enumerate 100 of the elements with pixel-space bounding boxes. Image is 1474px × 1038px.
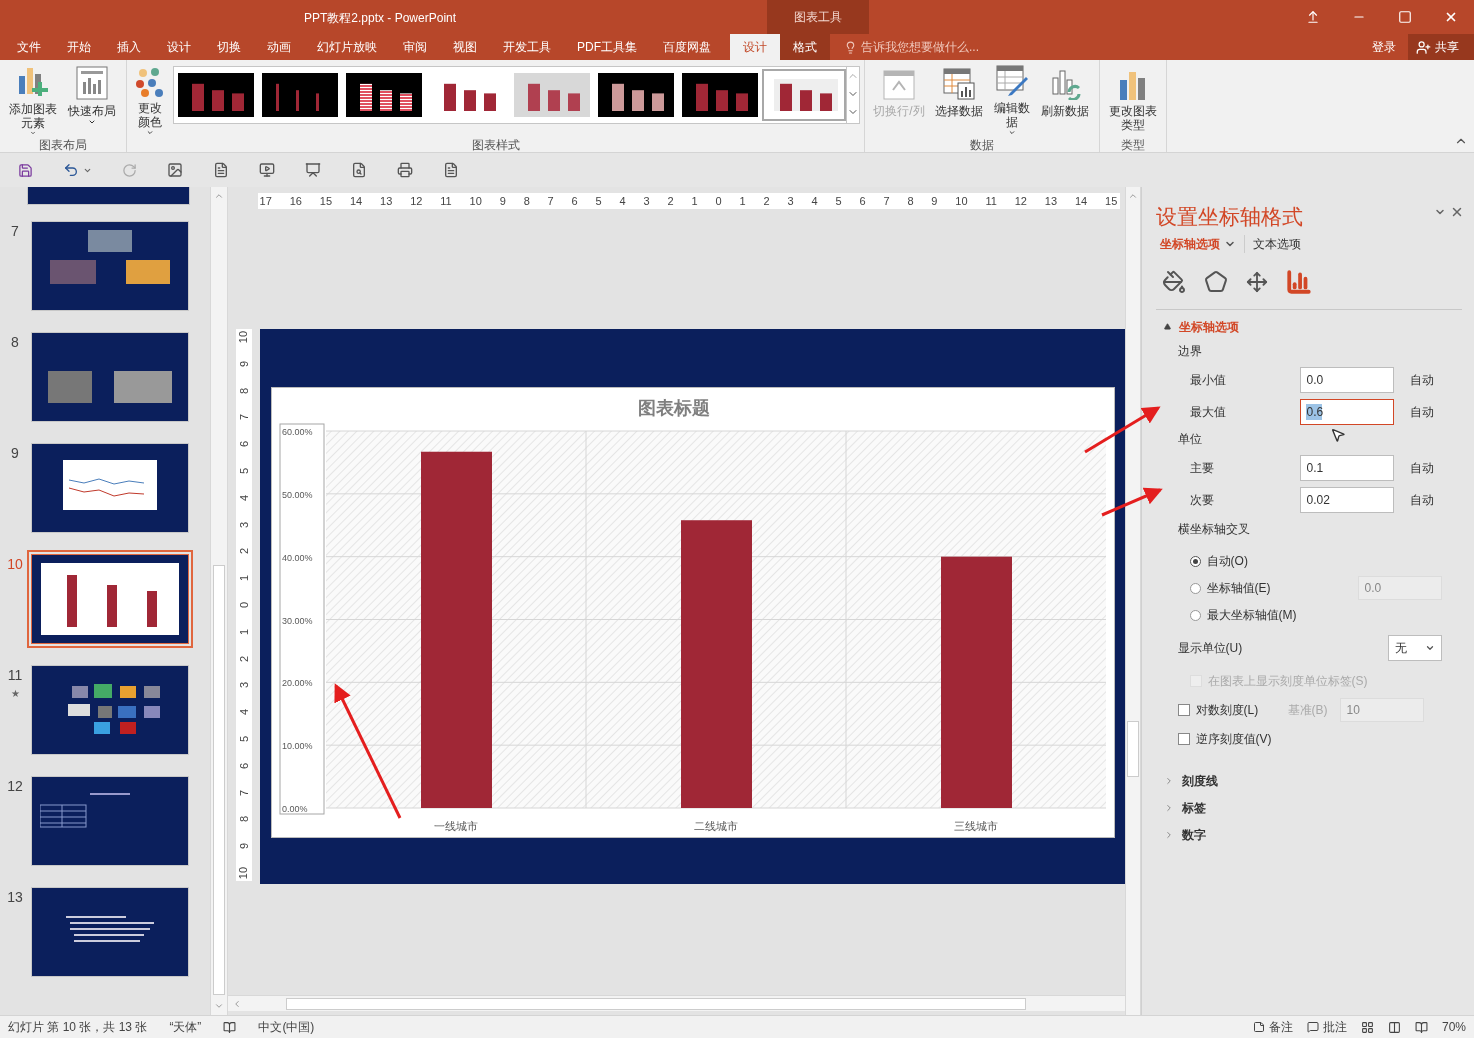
size-properties-icon[interactable] <box>1245 270 1268 293</box>
mouse-pointer-icon <box>1329 427 1346 443</box>
annotation-arrow <box>1101 487 1163 517</box>
ribbon-button[interactable]: 更改颜色 <box>131 60 169 136</box>
ribbon-tab[interactable]: 格式 <box>780 34 830 60</box>
ruler-number: 5 <box>237 735 250 742</box>
ribbon-button[interactable]: 添加图表元素 <box>4 60 62 136</box>
ribbon-button[interactable]: 选择数据 <box>929 60 989 136</box>
ruler-number: 4 <box>237 494 250 501</box>
ribbon-tab[interactable]: 动画 <box>254 34 304 60</box>
ribbon-button[interactable]: 刷新数据 <box>1035 60 1095 136</box>
ribbon-tab[interactable]: 插入 <box>104 34 154 60</box>
value-field[interactable]: 0.1 <box>1299 454 1394 481</box>
radio-button[interactable] <box>1189 582 1201 594</box>
slide-thumbnail[interactable] <box>27 550 193 648</box>
ribbon-tab[interactable]: 文件 <box>4 34 54 60</box>
section-heading[interactable]: 标签 <box>1181 799 1206 817</box>
section-heading[interactable]: 坐标轴选项 <box>1178 317 1239 336</box>
share-button[interactable]: 共享 <box>1408 34 1474 60</box>
editor-scrollbar[interactable] <box>1124 187 1141 1015</box>
value-field[interactable]: 0.6 <box>1299 398 1394 425</box>
chart-style-thumbnail[interactable] <box>762 69 846 121</box>
auto-button[interactable]: 自动 <box>1409 458 1434 477</box>
comments-button[interactable]: 批注 <box>1306 1018 1347 1036</box>
radio-button[interactable] <box>1189 609 1201 621</box>
bar-chart-icon[interactable] <box>1285 268 1312 295</box>
axis-tick-label: 30.00% <box>281 615 313 626</box>
pane-tab[interactable]: 文本选项 <box>1243 234 1301 253</box>
ribbon-tab[interactable]: 幻灯片放映 <box>304 34 390 60</box>
document-link-icon[interactable] <box>443 162 459 178</box>
undo-icon[interactable] <box>63 162 79 178</box>
lightbulb-icon <box>844 40 857 54</box>
scrollbar-thumb[interactable] <box>212 565 225 995</box>
text-box-icon[interactable] <box>213 162 229 178</box>
auto-button[interactable]: 自动 <box>1409 370 1434 389</box>
photo-placeholder <box>50 260 96 284</box>
auto-button[interactable]: 自动 <box>1409 490 1434 509</box>
ribbon-tab[interactable]: 开发工具 <box>490 34 564 60</box>
tell-me-search[interactable]: 告诉我您想要做什么... <box>861 38 979 56</box>
radio-option[interactable]: 最大坐标轴值(M) <box>1189 606 1358 624</box>
zoom-level[interactable]: 70% <box>1441 1018 1466 1036</box>
slideshow-icon[interactable] <box>259 162 275 178</box>
section-heading[interactable]: 刻度线 <box>1181 772 1218 790</box>
presentation-icon[interactable] <box>305 162 321 178</box>
ribbon-tab[interactable]: PDF工具集 <box>564 34 650 60</box>
horizontal-scrollbar[interactable] <box>227 995 1125 1011</box>
ruler-number: 16 <box>289 193 302 209</box>
normal-view-icon[interactable] <box>1360 1020 1374 1034</box>
paint-bucket-icon[interactable] <box>1161 269 1186 294</box>
ruler-number: 9 <box>237 843 250 850</box>
ribbon-tab[interactable]: 百度网盘 <box>650 34 724 60</box>
expanded-triangle-icon[interactable] <box>1163 323 1171 330</box>
ruler-number: 10 <box>955 193 968 209</box>
ribbon-tab[interactable]: 视图 <box>440 34 490 60</box>
radio-button[interactable] <box>1189 555 1201 567</box>
radio-option[interactable]: 自动(O) <box>1189 552 1358 570</box>
ribbon-button[interactable]: 快速布局 <box>62 60 122 136</box>
printer-icon[interactable] <box>397 162 413 178</box>
slide-number: 12 <box>7 777 23 796</box>
section-heading[interactable]: 数字 <box>1181 826 1206 844</box>
ruler-number: 3 <box>237 682 250 689</box>
ribbon-tab[interactable]: 开始 <box>54 34 104 60</box>
value-field[interactable]: 0.02 <box>1299 486 1394 513</box>
ribbon-tab[interactable]: 切换 <box>204 34 254 60</box>
close-icon[interactable] <box>1450 205 1464 219</box>
print-preview-icon[interactable] <box>351 162 367 178</box>
picture-icon[interactable] <box>167 162 183 178</box>
ruler-number: 0 <box>715 193 722 209</box>
ruler-number: 7 <box>237 414 250 421</box>
contextual-label: 图表工具 <box>794 9 842 26</box>
scrollbar-thumb[interactable] <box>1126 721 1139 777</box>
user-plus-icon <box>1416 39 1431 55</box>
language-label[interactable]: 中文(中国) <box>258 1018 315 1036</box>
ribbon-tab[interactable]: 设计 <box>730 34 780 60</box>
spell-check-icon[interactable] <box>223 1020 237 1034</box>
animation-marker: ★ <box>10 687 20 701</box>
notes-button[interactable]: 备注 <box>1252 1018 1293 1036</box>
ruler-number: 2 <box>667 193 674 209</box>
slide-thumbnail[interactable] <box>27 187 190 205</box>
units-dropdown[interactable]: 无 <box>1388 634 1442 661</box>
pane-tab[interactable]: 坐标轴选项 <box>1159 234 1236 253</box>
ribbon-tab[interactable]: 设计 <box>154 34 204 60</box>
auto-button[interactable]: 自动 <box>1409 402 1434 421</box>
palette-icon <box>135 66 165 97</box>
ribbon-tab[interactable]: 审阅 <box>390 34 440 60</box>
scrollbar-thumb[interactable] <box>285 997 1026 1010</box>
pentagon-icon[interactable] <box>1203 269 1228 294</box>
checkbox-option[interactable]: 对数刻度(L) <box>1177 701 1288 719</box>
group-label: 边界 <box>1177 343 1202 358</box>
save-icon[interactable] <box>18 162 33 178</box>
checkbox-option[interactable]: 逆序刻度值(V) <box>1177 730 1272 748</box>
category-label: 一线城市 <box>433 820 478 832</box>
radio-option[interactable]: 坐标轴值(E) <box>1189 579 1358 597</box>
chart-area[interactable]: 图表标题 0.00% 10.00% 20.00% 30.00% 40.00% 50.00% 60.00% 一线城市 二线城市 三线城市 <box>270 387 1115 838</box>
value-field[interactable]: 0.0 <box>1299 366 1394 393</box>
sorter-view-icon[interactable] <box>1387 1020 1401 1034</box>
ribbon-button[interactable]: 更改图表类型 <box>1104 60 1162 136</box>
ribbon-button[interactable]: 编辑数据 <box>989 60 1035 136</box>
reading-view-icon[interactable] <box>1414 1020 1428 1034</box>
sign-in-link[interactable]: 登录 <box>1360 34 1408 60</box>
